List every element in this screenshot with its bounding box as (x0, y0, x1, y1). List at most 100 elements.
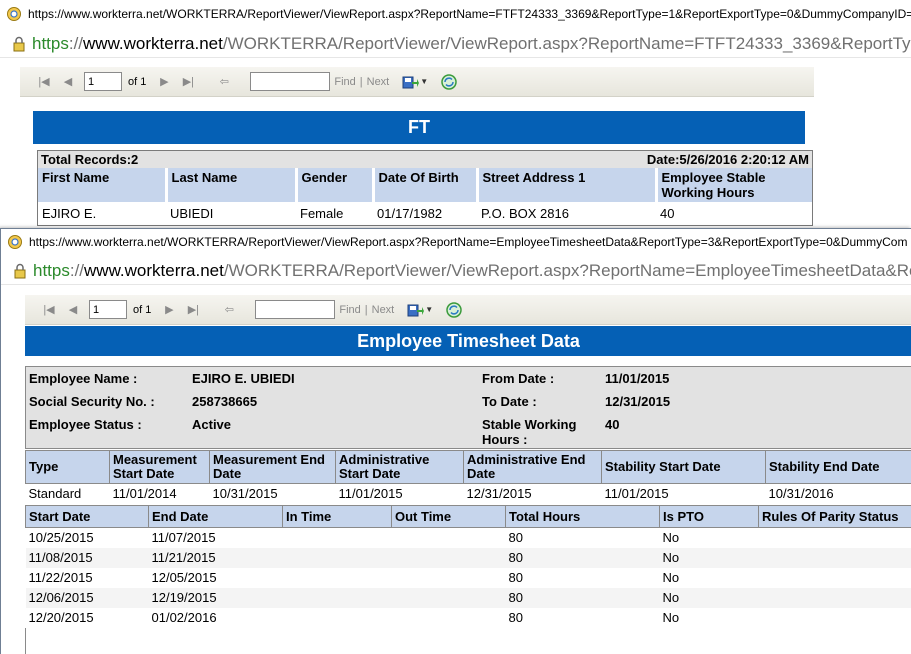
page-number-input[interactable] (89, 300, 127, 319)
cell (391, 547, 506, 568)
cell: 11/22/2015 (28, 570, 93, 585)
refresh-icon[interactable] (445, 301, 463, 319)
last-page-icon[interactable]: ▶| (185, 302, 201, 318)
find-input[interactable] (250, 72, 331, 91)
col-in-time: In Time (282, 505, 392, 528)
table-row: 12/06/2015 12/19/2015 80 No (25, 587, 911, 608)
col-street: Street Address 1 (477, 168, 658, 202)
front-title-bar: https://www.workterra.net/WORKTERRA/Repo… (1, 229, 911, 255)
report-meta: Total Records:2 Date:5/26/2016 2:20:12 A… (38, 151, 812, 168)
col-type: Type (25, 450, 110, 484)
browser-icon (8, 235, 22, 249)
cell: 11/01/2014 (112, 486, 177, 501)
table-filler (25, 627, 911, 654)
cell: 11/01/2015 (338, 486, 403, 501)
col-measurement-end: Measurement End Date (209, 450, 336, 484)
browser-icon (7, 7, 21, 21)
front-browser-window: https://www.workterra.net/WORKTERRA/Repo… (0, 228, 911, 654)
total-records: Total Records:2 (41, 152, 139, 167)
col-is-pto: Is PTO (659, 505, 759, 528)
employee-status-label: Employee Status : (29, 417, 142, 432)
next-page-icon[interactable]: ▶ (161, 302, 177, 318)
cell: 12/19/2015 (148, 587, 283, 608)
table-row: 12/20/2015 01/02/2016 80 No (26, 608, 911, 628)
col-out-time: Out Time (391, 505, 506, 528)
col-stability-start: Stability Start Date (601, 450, 766, 484)
stable-hours-label-line1: Stable Working (482, 417, 577, 432)
back-icon[interactable]: ⇦ (216, 74, 232, 90)
export-dropdown-icon[interactable]: ▼ (425, 305, 433, 314)
next-page-icon[interactable]: ▶ (156, 74, 172, 90)
first-page-icon[interactable]: |◀ (41, 302, 57, 318)
cell: No (659, 587, 759, 608)
refresh-icon[interactable] (440, 73, 458, 91)
front-address-bar[interactable]: https://www.workterra.net/WORKTERRA/Repo… (1, 257, 911, 285)
col-dob: Date Of Birth (373, 168, 479, 202)
cell: Female (300, 206, 344, 221)
col-first-name: First Name (38, 168, 168, 202)
prev-page-icon[interactable]: ◀ (65, 302, 81, 318)
to-date-label: To Date : (482, 394, 537, 409)
page-number-input[interactable] (84, 72, 122, 91)
cell (392, 568, 506, 588)
from-date-label: From Date : (482, 371, 555, 386)
ssn-value: 258738665 (192, 394, 258, 409)
col-stable-hours: Employee Stable Working Hours (656, 168, 812, 202)
col-measurement-start: Measurement Start Date (109, 450, 210, 484)
cell (758, 547, 911, 568)
employee-name-value: EJIRO E. UBIEDI (192, 371, 295, 386)
back-report-table: Total Records:2 Date:5/26/2016 2:20:12 A… (37, 150, 813, 226)
back-title-url: https://www.workterra.net/WORKTERRA/Repo… (28, 7, 911, 21)
employee-status-value: Active (192, 417, 232, 432)
cell: 01/02/2016 (151, 610, 217, 625)
find-input[interactable] (255, 300, 336, 319)
lock-icon (14, 263, 26, 278)
export-icon[interactable] (406, 301, 425, 319)
cell: 11/07/2015 (151, 530, 216, 546)
table-row: 11/08/2015 11/21/2015 80 No (25, 547, 911, 568)
back-address-url[interactable]: https://www.workterra.net/WORKTERRA/Repo… (32, 34, 911, 54)
report-date: Date:5/26/2016 2:20:12 AM (646, 152, 809, 167)
next-link[interactable]: Next (367, 76, 390, 88)
toolbar-separator: | (359, 75, 363, 88)
front-report-title: Employee Timesheet Data (25, 326, 911, 356)
cell (282, 547, 392, 568)
back-address-bar[interactable]: https://www.workterra.net/WORKTERRA/Repo… (0, 30, 911, 58)
cell (392, 608, 506, 628)
col-last-name: Last Name (166, 168, 298, 202)
next-link[interactable]: Next (372, 304, 395, 316)
col-admin-end: Administrative End Date (463, 450, 602, 484)
export-icon[interactable] (401, 73, 420, 91)
measurement-table: Type Measurement Start Date Measurement … (25, 450, 911, 503)
cell: 12/06/2015 (25, 587, 149, 608)
cell: 10/25/2015 (28, 530, 94, 546)
stable-hours-value: 40 (605, 417, 620, 432)
last-page-icon[interactable]: ▶| (180, 74, 196, 90)
timesheet-report: Employee Name : EJIRO E. UBIEDI Social S… (25, 366, 911, 654)
find-link[interactable]: Find (339, 304, 360, 316)
col-gender: Gender (296, 168, 375, 202)
ssn-label: Social Security No. : (29, 394, 155, 409)
back-icon[interactable]: ⇦ (221, 302, 237, 318)
timesheet-table: Start Date End Date In Time Out Time Tot… (25, 505, 911, 628)
toolbar-separator: | (364, 303, 368, 316)
cell: No (662, 570, 680, 585)
cell (283, 568, 392, 588)
front-address-url[interactable]: https://www.workterra.net/WORKTERRA/Repo… (33, 261, 911, 281)
cell (759, 528, 911, 548)
col-stability-end: Stability End Date (765, 450, 911, 484)
cell: 11/08/2015 (25, 547, 149, 568)
cell: No (659, 547, 759, 568)
first-page-icon[interactable]: |◀ (36, 74, 52, 90)
table-row: 11/22/2015 12/05/2015 80 No (26, 568, 911, 588)
export-dropdown-icon[interactable]: ▼ (420, 77, 428, 86)
front-title-url: https://www.workterra.net/WORKTERRA/Repo… (29, 235, 908, 249)
stable-hours-label-line2: Hours : (482, 432, 528, 447)
cell: EJIRO E. (42, 206, 97, 221)
cell: 12/05/2015 (151, 570, 217, 585)
cell: Standard (28, 486, 82, 501)
find-link[interactable]: Find (334, 76, 355, 88)
cell: 80 (508, 570, 523, 585)
cell: 10/31/2015 (212, 486, 278, 501)
prev-page-icon[interactable]: ◀ (60, 74, 76, 90)
